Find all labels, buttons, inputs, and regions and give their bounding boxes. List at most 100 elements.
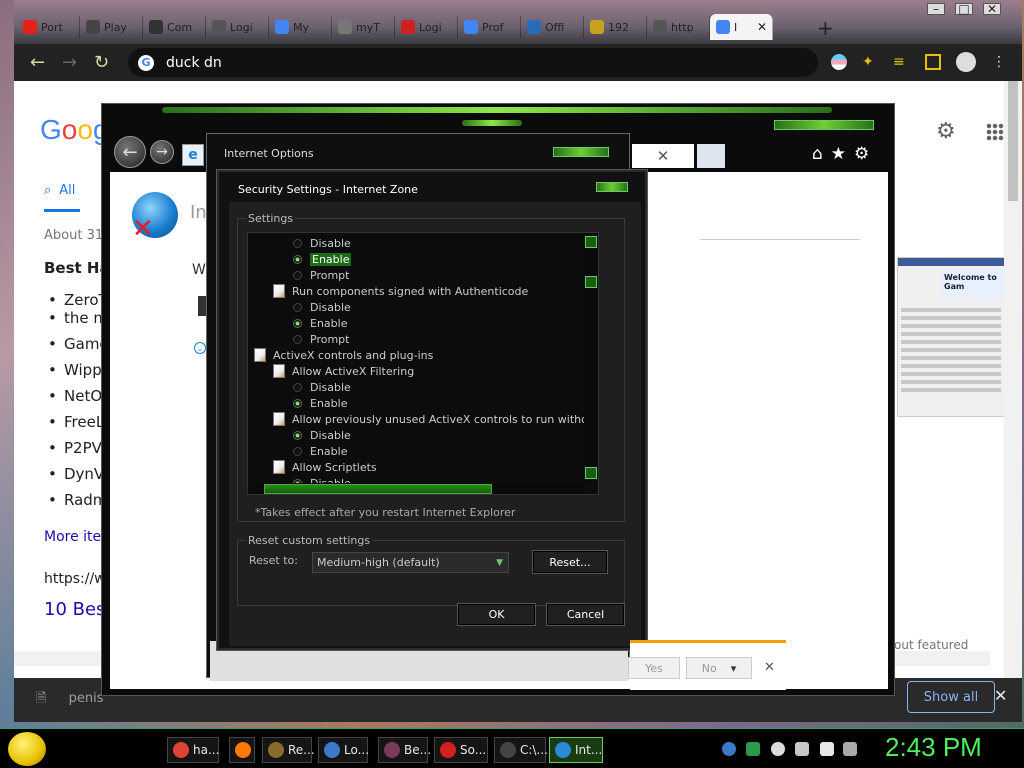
tray-network-icon[interactable] xyxy=(722,742,736,756)
browser-tab[interactable]: Logi xyxy=(206,16,269,38)
scroll-thumb[interactable] xyxy=(585,276,597,288)
tray-flag-icon[interactable] xyxy=(795,742,809,756)
tray-chat-icon[interactable] xyxy=(771,742,785,756)
taskbar-app[interactable]: So... xyxy=(434,737,488,763)
settings-tree[interactable]: Disable Enable Prompt Run components signed… xyxy=(247,232,599,495)
reset-button[interactable]: Reset... xyxy=(532,550,608,574)
setting-radio-option[interactable]: Disable xyxy=(293,379,351,395)
setting-item[interactable]: Allow ActiveX Filtering xyxy=(273,363,414,379)
setting-item[interactable]: Run components signed with Authenticode xyxy=(273,283,528,299)
radio-button[interactable] xyxy=(293,318,302,328)
maximize-button[interactable]: □ xyxy=(955,2,973,16)
new-tab-button[interactable]: + xyxy=(817,16,834,40)
close-button[interactable] xyxy=(596,182,628,192)
gear-icon[interactable]: ⚙ xyxy=(854,144,877,164)
page-scrollbar[interactable] xyxy=(1004,81,1022,678)
taskbar-app[interactable]: ha... xyxy=(167,737,219,763)
taskbar-app[interactable]: C:\... xyxy=(494,737,548,763)
close-tab-icon[interactable]: ✕ xyxy=(757,20,767,34)
ok-button[interactable]: OK xyxy=(457,603,536,626)
profile-flag-icon[interactable] xyxy=(831,54,847,70)
radio-button[interactable] xyxy=(293,334,302,344)
browser-tab[interactable]: 192 xyxy=(584,16,647,38)
taskbar-app[interactable]: Re... xyxy=(262,737,315,763)
radio-button[interactable] xyxy=(293,446,302,456)
back-icon[interactable]: ← xyxy=(30,52,45,73)
start-smiley-icon[interactable] xyxy=(8,732,46,766)
ie-search-box[interactable] xyxy=(697,144,725,168)
address-bar[interactable]: G duck dn xyxy=(128,48,818,77)
featured-image[interactable]: Welcome to Gam xyxy=(897,257,1005,417)
browser-tab[interactable]: Logi xyxy=(395,16,458,38)
forward-icon[interactable]: → xyxy=(150,140,174,164)
show-all-button[interactable]: Show all xyxy=(907,681,995,713)
setting-radio-option[interactable]: Prompt xyxy=(293,331,349,347)
setting-radio-option[interactable]: Enable xyxy=(293,251,352,267)
side-panel-icon[interactable] xyxy=(925,54,941,70)
home-icon[interactable]: ⌂ xyxy=(812,144,831,164)
forward-icon[interactable]: → xyxy=(62,52,77,73)
radio-button[interactable] xyxy=(293,302,302,312)
radio-button[interactable] xyxy=(293,430,302,440)
setting-radio-option[interactable]: Disable xyxy=(293,235,351,251)
scroll-down-arrow[interactable] xyxy=(585,467,597,479)
more-items-link[interactable]: More iter xyxy=(44,529,107,545)
radio-button[interactable] xyxy=(293,398,302,408)
close-icon[interactable]: ✕ xyxy=(994,686,1007,705)
browser-tab[interactable]: http xyxy=(647,16,710,38)
taskbar-app[interactable]: Be... xyxy=(378,737,431,763)
clock[interactable]: 2:43 PM xyxy=(885,732,982,763)
browser-tab[interactable]: I ✕ xyxy=(710,14,773,40)
ie-window-controls[interactable] xyxy=(774,120,874,130)
setting-item[interactable]: Allow Scriptlets xyxy=(273,459,377,475)
reading-list-icon[interactable]: ≡ xyxy=(893,54,909,70)
tree-vertical-scrollbar[interactable] xyxy=(584,234,598,481)
download-item[interactable]: 🗎 penis xyxy=(36,689,103,711)
setting-radio-option[interactable]: Prompt xyxy=(293,267,349,283)
setting-radio-option[interactable]: Disable xyxy=(293,299,351,315)
setting-radio-option[interactable]: Disable xyxy=(293,427,351,443)
radio-button[interactable] xyxy=(293,238,302,248)
menu-kebab-icon[interactable]: ⋮ xyxy=(992,54,1008,70)
browser-tab[interactable]: Com xyxy=(143,16,206,38)
scroll-thumb[interactable] xyxy=(264,484,492,494)
browser-tab[interactable]: Prof xyxy=(458,16,521,38)
setting-radio-option[interactable]: Enable xyxy=(293,315,347,331)
radio-button[interactable] xyxy=(293,270,302,280)
no-button[interactable]: No ▾ xyxy=(686,657,752,679)
browser-tab[interactable]: Offi xyxy=(521,16,584,38)
browser-tab[interactable]: My xyxy=(269,16,332,38)
tree-horizontal-scrollbar[interactable] xyxy=(250,483,584,494)
browser-tab[interactable]: Port xyxy=(17,16,80,38)
reload-icon[interactable]: ↻ xyxy=(94,52,109,73)
setting-item[interactable]: ActiveX controls and plug-ins xyxy=(254,347,433,363)
back-icon[interactable]: ← xyxy=(114,136,146,168)
minimize-button[interactable]: – xyxy=(927,2,945,16)
setting-radio-option[interactable]: Enable xyxy=(293,395,347,411)
avatar[interactable] xyxy=(956,52,976,72)
setting-item[interactable]: Allow previously unused ActiveX controls… xyxy=(273,411,598,427)
apps-grid-icon[interactable] xyxy=(986,123,1004,141)
volume-icon[interactable] xyxy=(843,742,857,756)
tray-display-icon[interactable] xyxy=(820,742,834,756)
ie-address-close[interactable]: ✕ xyxy=(632,144,694,168)
close-window-button[interactable]: ✕ xyxy=(983,2,1001,16)
cancel-button[interactable]: Cancel xyxy=(546,603,625,626)
chevron-down-icon[interactable]: ⌄ xyxy=(194,342,206,354)
taskbar-app[interactable] xyxy=(229,737,255,763)
dialog-controls[interactable] xyxy=(553,147,609,157)
scroll-up-arrow[interactable] xyxy=(585,236,597,248)
result-title-link[interactable]: 10 Bes xyxy=(44,599,105,620)
tab-all[interactable]: ⌕ All xyxy=(44,183,75,198)
reset-level-select[interactable]: Medium-high (default) ▼ xyxy=(312,552,509,573)
browser-tab[interactable]: myT xyxy=(332,16,395,38)
tray-sync-icon[interactable] xyxy=(746,742,760,756)
extensions-icon[interactable]: ✦ xyxy=(862,54,878,70)
radio-button[interactable] xyxy=(293,254,302,264)
radio-button[interactable] xyxy=(293,382,302,392)
yes-button[interactable]: Yes xyxy=(628,657,680,679)
gear-icon[interactable]: ⚙ xyxy=(936,119,956,144)
favorites-icon[interactable]: ★ xyxy=(831,144,854,164)
taskbar-app[interactable]: Int... xyxy=(549,737,603,763)
setting-radio-option[interactable]: Enable xyxy=(293,443,347,459)
